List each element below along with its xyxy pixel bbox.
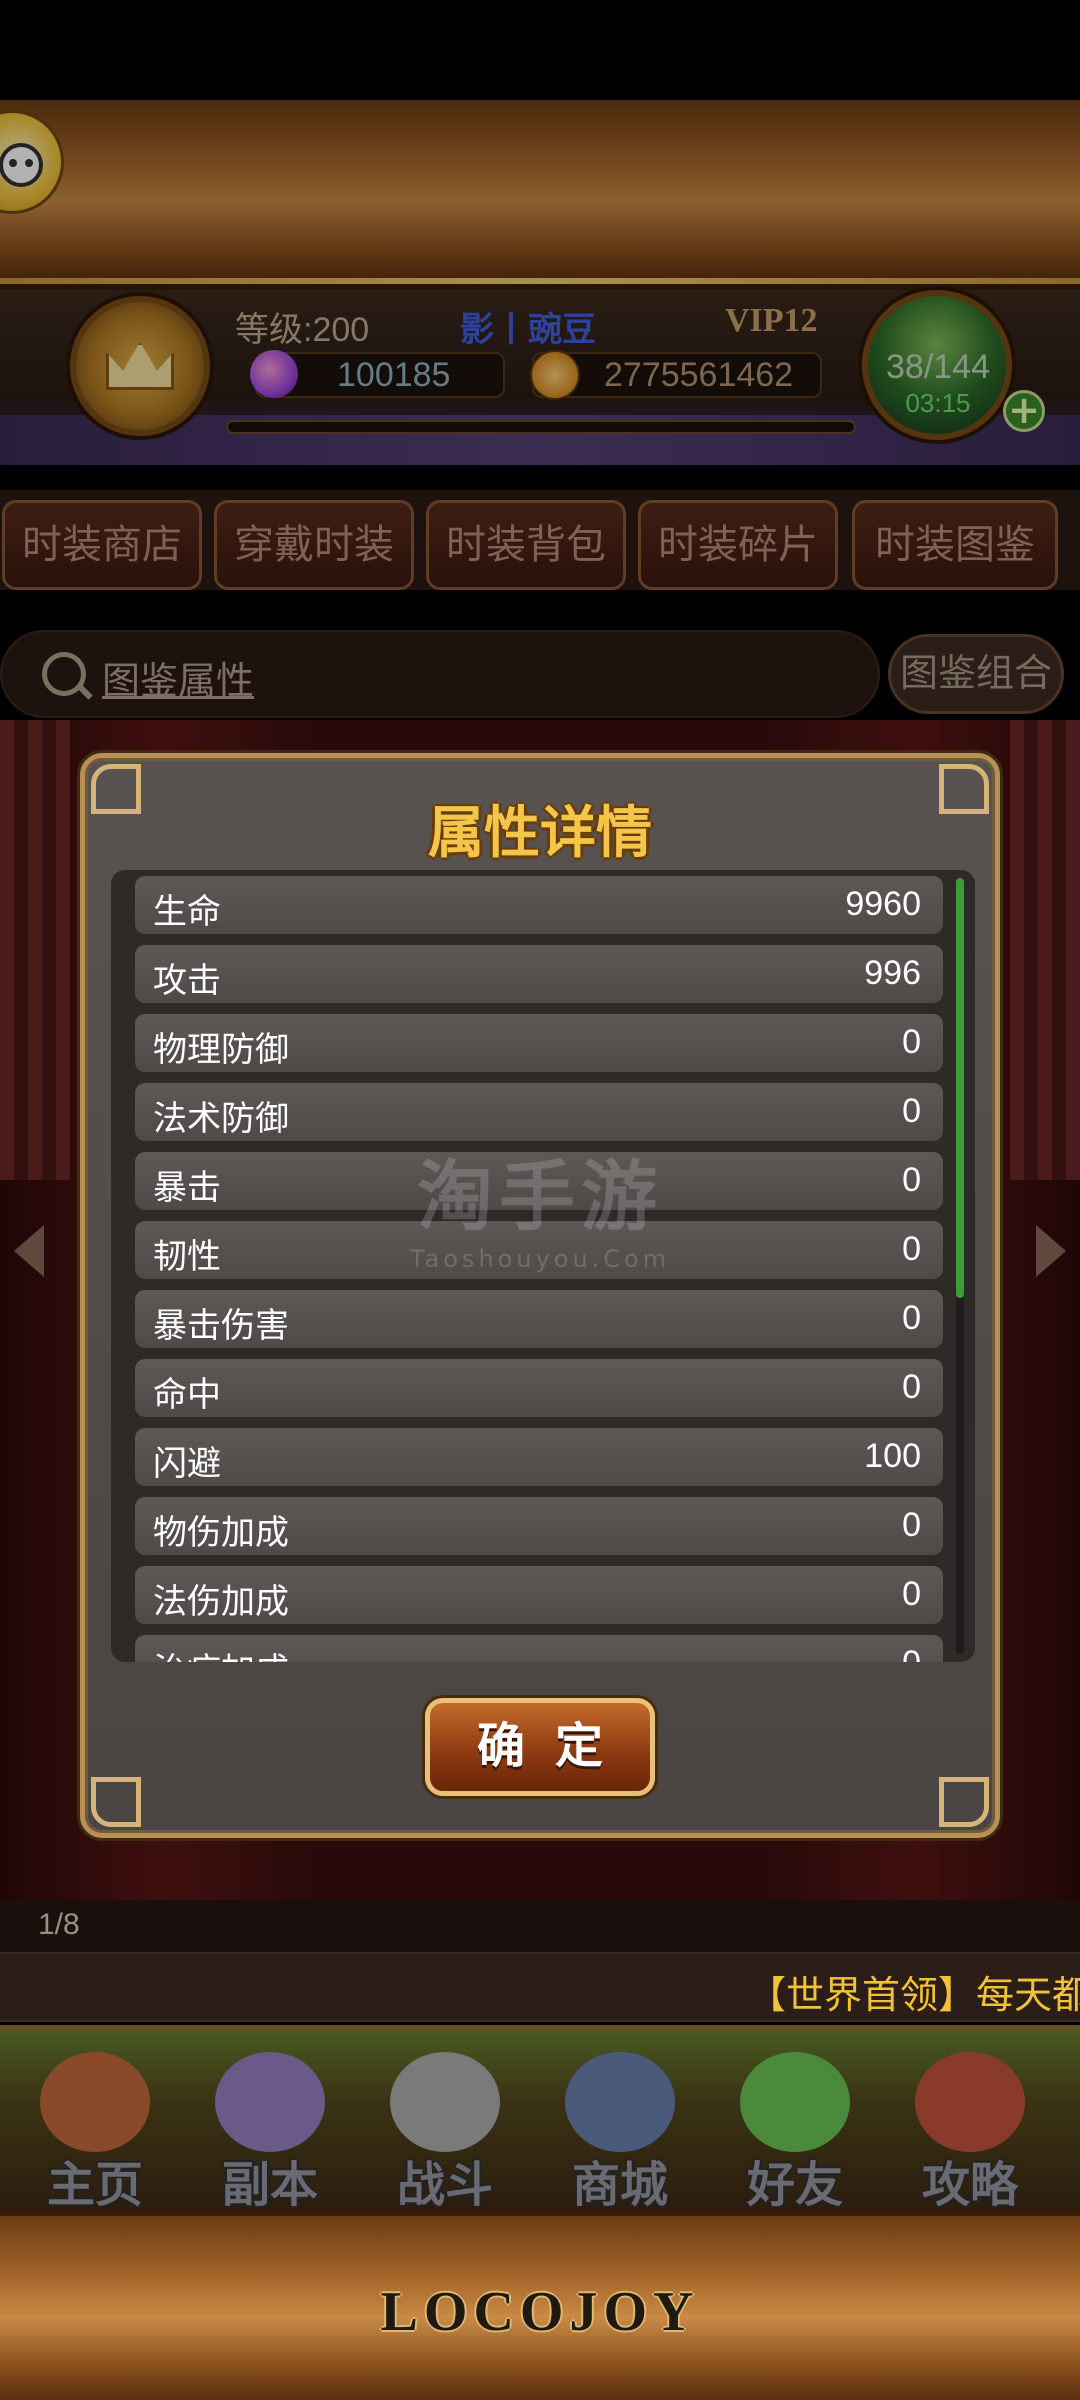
- attribute-value: 0: [902, 1575, 921, 1613]
- corner-ornament-icon: [939, 1777, 989, 1827]
- attribute-value: 9960: [845, 885, 921, 923]
- crossed-swords-icon: [390, 2052, 500, 2152]
- attribute-label: 物理防御: [153, 1030, 289, 1070]
- attribute-value: 100: [864, 1437, 921, 1475]
- page-indicator: 1/8: [38, 1908, 80, 1941]
- watermark-cn: 淘手游: [417, 1152, 663, 1241]
- attribute-value: 0: [902, 1023, 921, 1061]
- attribute-row: 治疗加成 0: [135, 1635, 943, 1662]
- attribute-row: 命中 0: [135, 1359, 943, 1417]
- attribute-label: 暴击伤害: [153, 1306, 289, 1346]
- attribute-label: 治疗加成: [153, 1643, 289, 1662]
- house-icon: [40, 2052, 150, 2152]
- watermark-en: Taoshouyou.Com: [409, 1245, 671, 1273]
- nav-shop[interactable]: 商城: [535, 2040, 705, 2213]
- attribute-row: 法术防御 0: [135, 1083, 943, 1141]
- attribute-label: 闪避: [153, 1444, 221, 1484]
- attribute-label: 法伤加成: [153, 1582, 289, 1622]
- attribute-row: 物伤加成 0: [135, 1497, 943, 1555]
- confirm-button[interactable]: 确定: [425, 1698, 655, 1796]
- nav-battle-label: 战斗: [396, 2157, 493, 2213]
- page-indicator-bar: 1/8: [0, 1900, 1080, 1952]
- nav-friends-label: 好友: [746, 2157, 843, 2213]
- locojoy-logo: LOCOJOY: [380, 2281, 700, 2343]
- attribute-label: 物伤加成: [153, 1513, 289, 1553]
- watermark: 淘手游 Taoshouyou.Com: [380, 1135, 700, 1273]
- book-icon: [915, 2052, 1025, 2152]
- attribute-label: 命中: [153, 1375, 221, 1415]
- attribute-value: 0: [902, 1299, 921, 1337]
- attribute-value: 0: [902, 1644, 921, 1662]
- nav-battle[interactable]: 战斗: [360, 2040, 530, 2213]
- attribute-row: 暴击伤害 0: [135, 1290, 943, 1348]
- corner-ornament-icon: [91, 1777, 141, 1827]
- nav-shop-label: 商城: [571, 2157, 668, 2213]
- nav-guide[interactable]: 攻略: [885, 2040, 1055, 2213]
- dialog-title: 属性详情: [428, 801, 652, 866]
- announcement-marquee: 【世界首领】每天都: [0, 1952, 1080, 2022]
- marquee-text: 【世界首领】每天都: [748, 1973, 1080, 2017]
- nav-guide-label: 攻略: [921, 2157, 1018, 2213]
- attribute-row: 攻击 996: [135, 945, 943, 1003]
- attribute-value: 0: [902, 1230, 921, 1268]
- attribute-label: 韧性: [153, 1237, 221, 1277]
- attribute-value: 0: [902, 1092, 921, 1130]
- attribute-label: 暴击: [153, 1168, 221, 1208]
- attribute-value: 0: [902, 1368, 921, 1406]
- attribute-label: 攻击: [153, 961, 221, 1001]
- attribute-scrollbar[interactable]: [956, 878, 964, 1654]
- attribute-value: 0: [902, 1506, 921, 1544]
- attribute-value: 996: [864, 954, 921, 992]
- nav-friends[interactable]: 好友: [710, 2040, 880, 2213]
- scrollbar-thumb[interactable]: [956, 878, 964, 1298]
- attribute-row: 物理防御 0: [135, 1014, 943, 1072]
- attribute-label: 生命: [153, 892, 221, 932]
- nav-home-label: 主页: [46, 2157, 143, 2213]
- status-bar: [0, 0, 1080, 100]
- friends-mascot-icon: [740, 2052, 850, 2152]
- cow-mascot-icon: [565, 2052, 675, 2152]
- nav-dungeon-label: 副本: [221, 2157, 318, 2213]
- skull-mage-icon: [215, 2052, 325, 2152]
- attribute-row: 闪避 100: [135, 1428, 943, 1486]
- attribute-row: 生命 9960: [135, 876, 943, 934]
- attribute-row: 法伤加成 0: [135, 1566, 943, 1624]
- attribute-details-dialog: 属性详情 生命 9960 攻击 996 物理防御 0 法术防御 0 暴击 0 韧性 0 暴击…: [80, 753, 1000, 1838]
- attribute-label: 法术防御: [153, 1099, 289, 1139]
- nav-home[interactable]: 主页: [10, 2040, 180, 2213]
- nav-dungeon[interactable]: 副本: [185, 2040, 355, 2213]
- attribute-value: 0: [902, 1161, 921, 1199]
